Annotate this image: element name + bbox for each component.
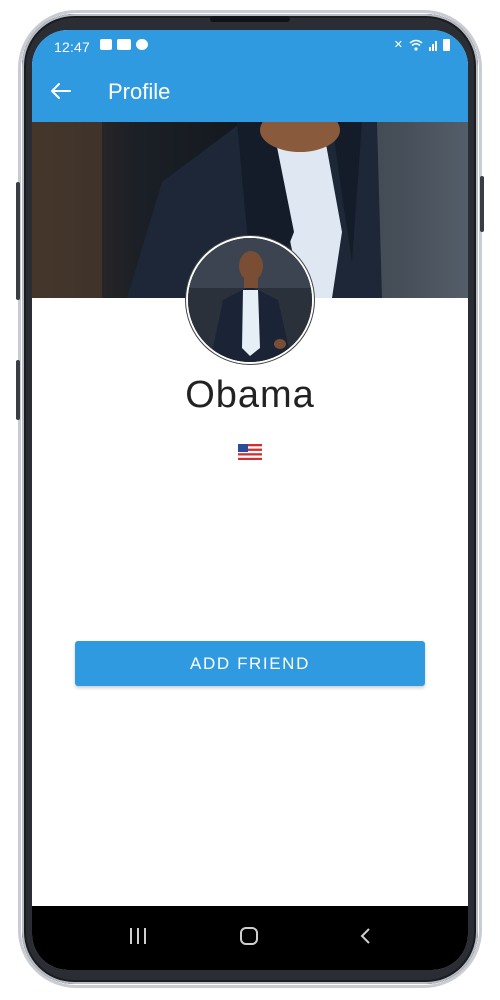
power-button: [480, 176, 484, 232]
back-icon[interactable]: [356, 926, 376, 946]
account-icon: [136, 39, 148, 50]
image-icon: [100, 39, 112, 50]
add-friend-button[interactable]: ADD FRIEND: [75, 641, 425, 686]
bixby-button: [16, 360, 20, 420]
home-icon[interactable]: [240, 927, 258, 945]
wifi-icon: [409, 39, 423, 51]
profile-name: Obama: [185, 374, 315, 416]
system-nav-bar: [32, 906, 468, 970]
recent-apps-icon[interactable]: [128, 928, 148, 946]
status-bar: 12:47 ✕: [32, 30, 468, 64]
youtube-icon: [117, 39, 131, 50]
profile-avatar[interactable]: [186, 236, 314, 364]
phone-screen: 12:47 ✕ Profile Obama ADD FRIEND: [32, 30, 468, 970]
mute-icon: ✕: [393, 39, 403, 51]
battery-icon: [443, 39, 450, 51]
page-title: Profile: [108, 79, 171, 104]
us-flag-icon: [238, 444, 262, 460]
app-bar: Profile: [32, 64, 468, 122]
system-icons: ✕: [394, 38, 450, 51]
status-time: 12:47: [54, 39, 91, 55]
notification-icons: [100, 39, 148, 50]
signal-icon: [429, 39, 437, 51]
volume-button: [16, 182, 20, 300]
earpiece: [210, 16, 290, 22]
avatar-art: [188, 238, 312, 362]
arrow-left-icon[interactable]: [48, 78, 74, 104]
